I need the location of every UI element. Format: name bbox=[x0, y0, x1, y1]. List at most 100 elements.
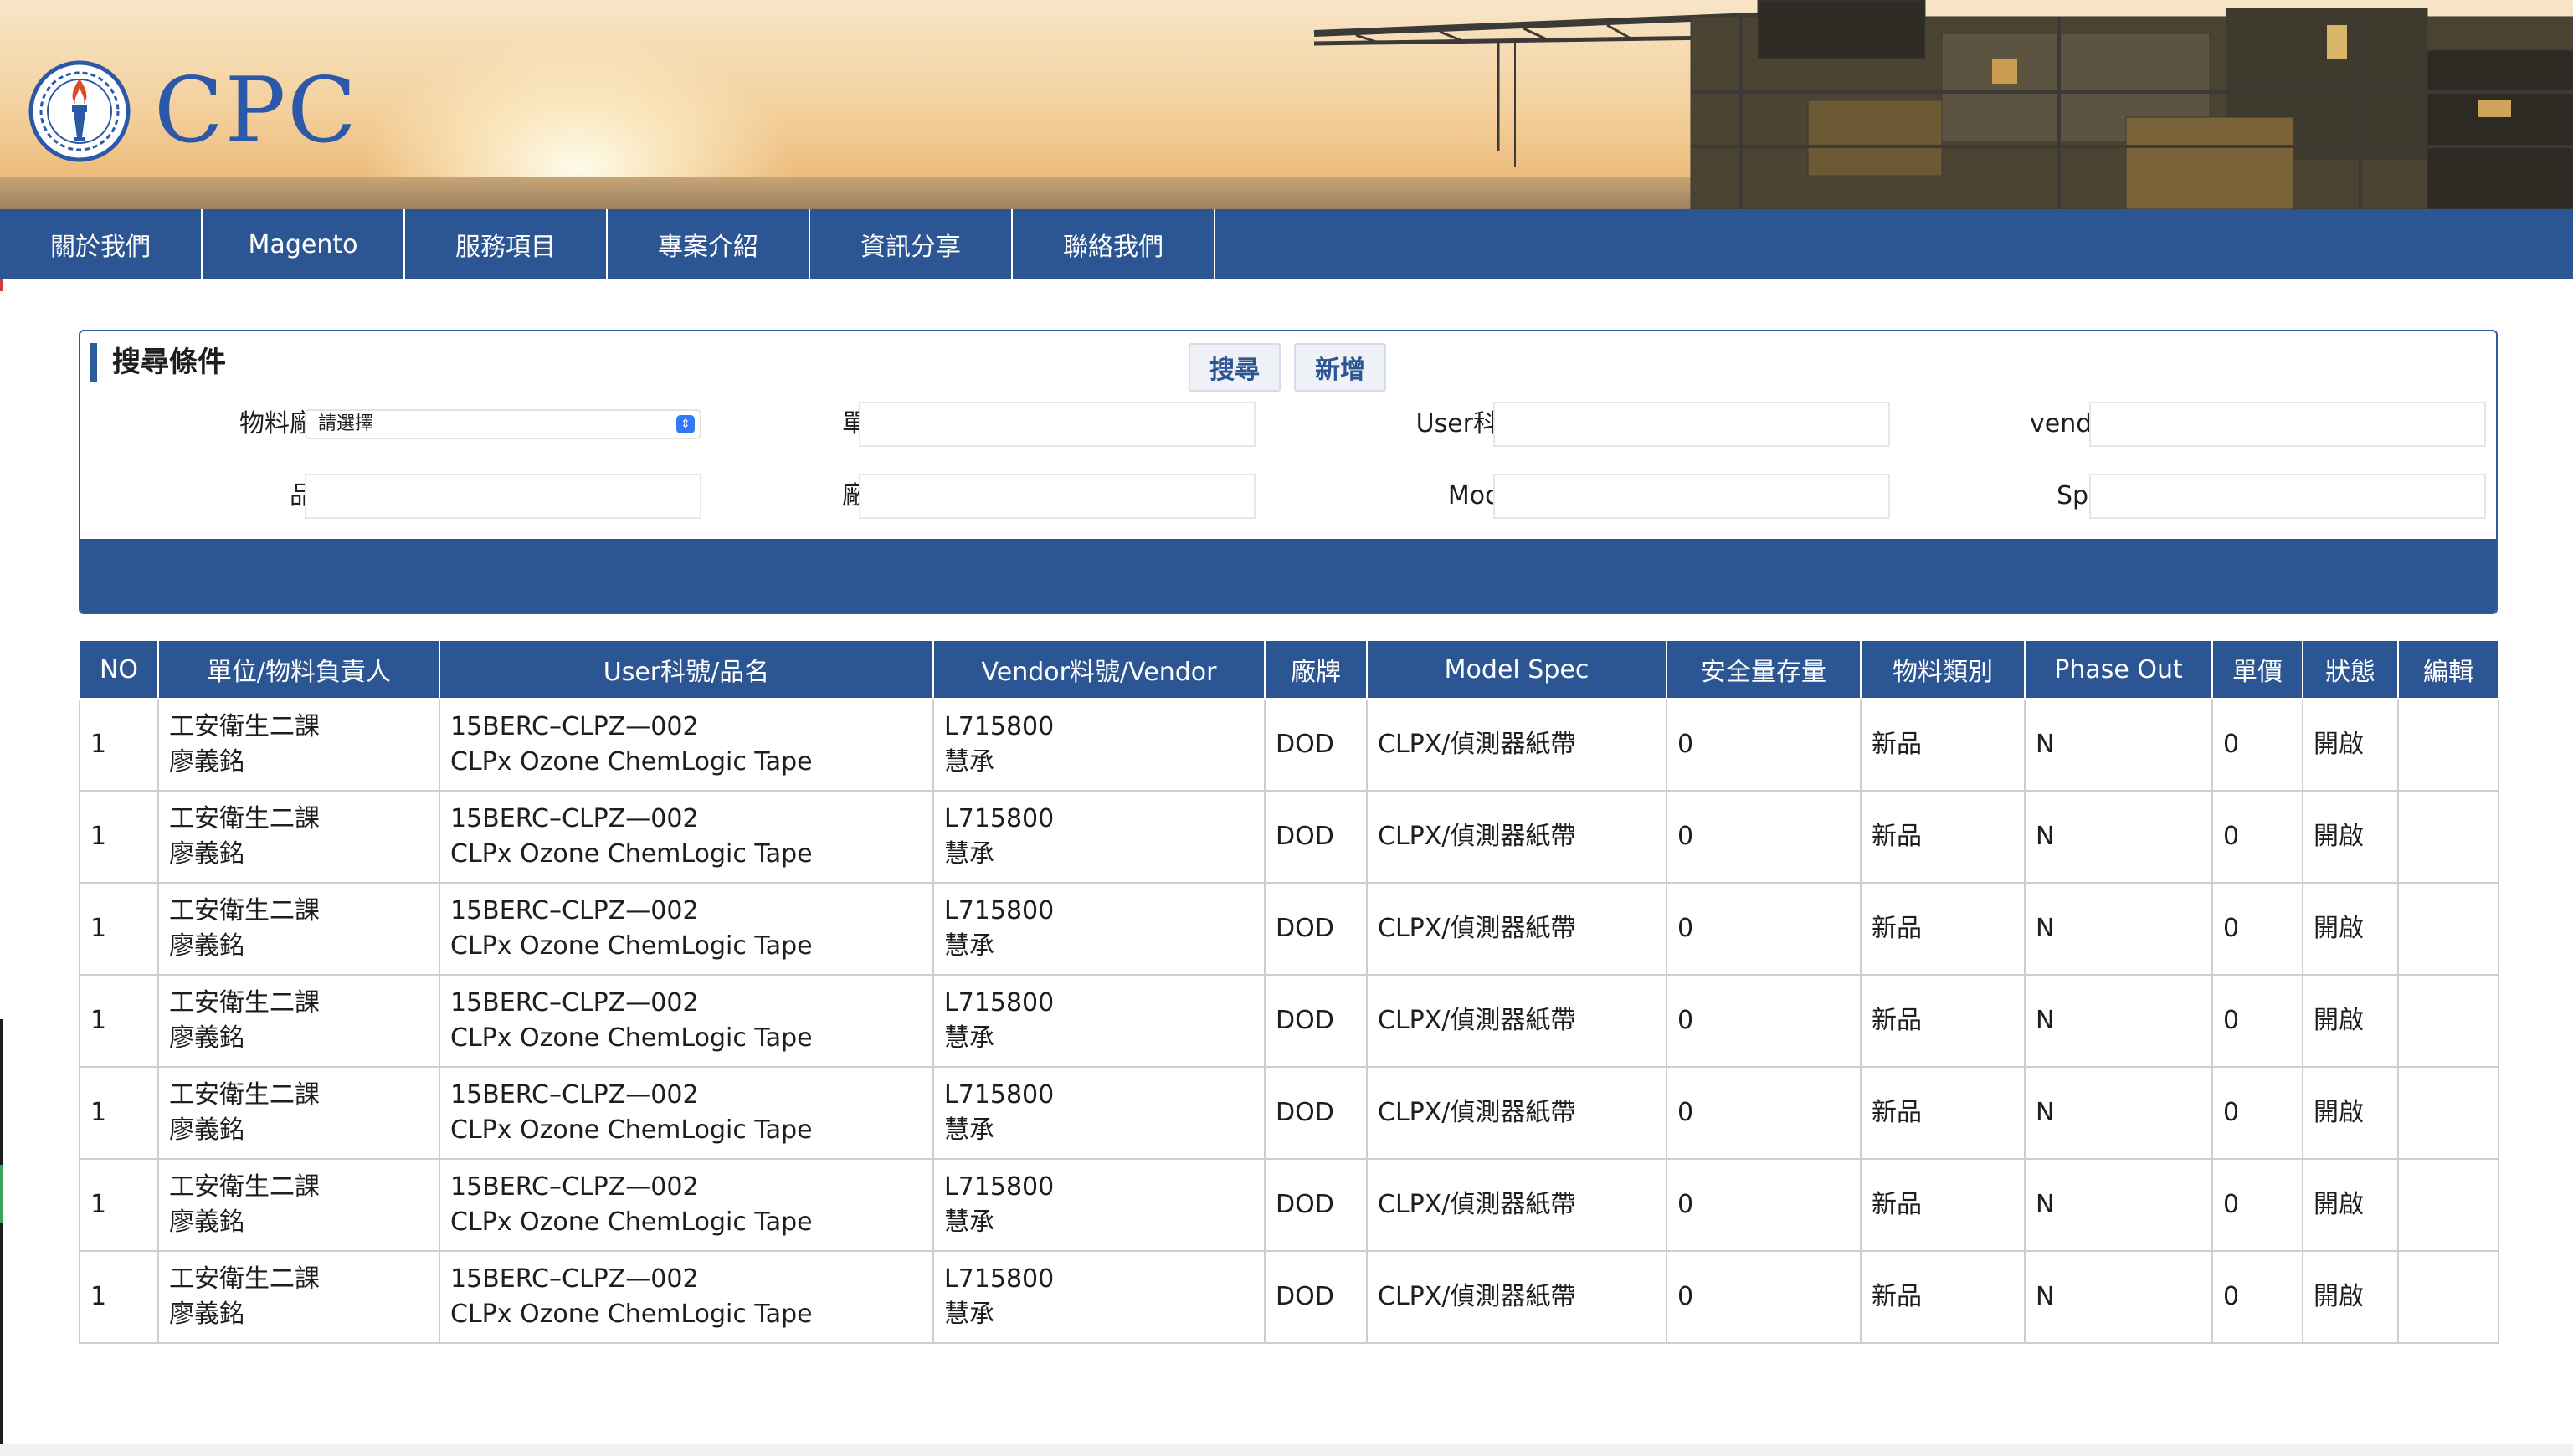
unit-input[interactable] bbox=[859, 402, 1256, 447]
cell-unit-owner: 工安衛生二課 廖義銘 bbox=[157, 1158, 440, 1252]
nav-item-services[interactable]: 服務項目 bbox=[405, 209, 608, 279]
cell-user-no-name-user-no: 15BERC–CLPZ—002 bbox=[450, 896, 699, 925]
nav-item-projects[interactable]: 專案介紹 bbox=[608, 209, 810, 279]
cell-safety-stock: 0 bbox=[1666, 974, 1862, 1068]
nav-item-news[interactable]: 資訊分享 bbox=[810, 209, 1013, 279]
cell-status: 開啟 bbox=[2302, 882, 2399, 976]
vendor-input[interactable] bbox=[2089, 402, 2486, 447]
col-header-price: 單價 bbox=[2211, 639, 2303, 700]
results-table: NO 單位/物料負責人 User科號/品名 Vendor料號/Vendor 廠牌… bbox=[79, 639, 2499, 1344]
cell-unit-owner: 工安衛生二課 廖義銘 bbox=[157, 790, 440, 884]
cell-brand-brand: DOD bbox=[1276, 822, 1334, 851]
table-row: 1 工安衛生二課 廖義銘 15BERC–CLPZ—002 CLPx Ozone Chem… bbox=[79, 790, 2499, 884]
cell-safety-stock: 0 bbox=[1666, 882, 1862, 976]
cell-no: 1 bbox=[79, 974, 159, 1068]
cell-model-spec: CLPX/偵測器紙帶 bbox=[1366, 1158, 1667, 1252]
cell-user-no-name-name: CLPx Ozone ChemLogic Tape bbox=[450, 747, 813, 777]
cell-safety-stock-safety-stock: 0 bbox=[1677, 1282, 1694, 1311]
cell-phase-out-phase-out: N bbox=[2036, 1006, 2055, 1035]
cell-category-category: 新品 bbox=[1872, 914, 1922, 943]
cell-phase-out-phase-out: N bbox=[2036, 822, 2055, 851]
cell-edit[interactable] bbox=[2397, 1158, 2499, 1252]
cell-safety-stock-safety-stock: 0 bbox=[1677, 1098, 1694, 1127]
cell-user-no-name: 15BERC–CLPZ—002 CLPx Ozone ChemLogic Tape bbox=[439, 790, 934, 884]
cell-phase-out: N bbox=[2024, 1250, 2213, 1344]
table-row: 1 工安衛生二課 廖義銘 15BERC–CLPZ—002 CLPx Ozone Chem… bbox=[79, 698, 2499, 792]
col-header-status: 狀態 bbox=[2302, 639, 2399, 700]
cell-phase-out: N bbox=[2024, 790, 2213, 884]
cell-edit[interactable] bbox=[2397, 1066, 2499, 1160]
product-name-input[interactable] bbox=[305, 474, 701, 519]
cell-model-spec-model-spec: CLPX/偵測器紙帶 bbox=[1378, 1282, 1576, 1311]
cell-price-price: 0 bbox=[2223, 914, 2240, 943]
cell-vendor: L715800 慧承 bbox=[932, 974, 1266, 1068]
cell-edit[interactable] bbox=[2397, 790, 2499, 884]
cell-vendor-vendor: 慧承 bbox=[944, 1207, 994, 1237]
cell-brand: DOD bbox=[1264, 1066, 1368, 1160]
cell-phase-out: N bbox=[2024, 1158, 2213, 1252]
cell-edit[interactable] bbox=[2397, 1250, 2499, 1344]
nav-item-magento[interactable]: Magento bbox=[203, 209, 405, 279]
cell-unit-owner: 工安衛生二課 廖義銘 bbox=[157, 1066, 440, 1160]
spec-input[interactable] bbox=[2089, 474, 2486, 519]
cell-model-spec: CLPX/偵測器紙帶 bbox=[1366, 1250, 1667, 1344]
cell-status-status: 開啟 bbox=[2314, 1190, 2364, 1219]
cell-price: 0 bbox=[2211, 1158, 2303, 1252]
cell-user-no-name: 15BERC–CLPZ—002 CLPx Ozone ChemLogic Tape bbox=[439, 974, 934, 1068]
cell-user-no-name-name: CLPx Ozone ChemLogic Tape bbox=[450, 839, 813, 869]
cell-brand: DOD bbox=[1264, 1158, 1368, 1252]
cell-brand: DOD bbox=[1264, 698, 1368, 792]
cell-vendor: L715800 慧承 bbox=[932, 698, 1266, 792]
cell-status-status: 開啟 bbox=[2314, 1098, 2364, 1127]
cpc-torch-emblem-icon bbox=[28, 60, 131, 162]
brand-logo[interactable]: CPC bbox=[28, 60, 358, 162]
cell-model-spec: CLPX/偵測器紙帶 bbox=[1366, 1066, 1667, 1160]
cell-edit[interactable] bbox=[2397, 698, 2499, 792]
cell-status: 開啟 bbox=[2302, 1250, 2399, 1344]
cell-user-no-name-name: CLPx Ozone ChemLogic Tape bbox=[450, 1207, 813, 1237]
cell-vendor-vendor-no: L715800 bbox=[944, 988, 1055, 1018]
cell-category: 新品 bbox=[1860, 790, 2026, 884]
cell-brand: DOD bbox=[1264, 1250, 1368, 1344]
nav-item-contact[interactable]: 聯絡我們 bbox=[1013, 209, 1215, 279]
cell-phase-out-phase-out: N bbox=[2036, 1282, 2055, 1311]
cell-vendor-vendor-no: L715800 bbox=[944, 896, 1055, 925]
nav-item-about[interactable]: 關於我們 bbox=[0, 209, 203, 279]
col-header-phase-out: Phase Out bbox=[2024, 639, 2213, 700]
cell-phase-out-phase-out: N bbox=[2036, 730, 2055, 759]
cell-unit-owner-unit: 工安衛生二課 bbox=[169, 896, 320, 925]
material-area-select[interactable]: 請選擇 ⇕ bbox=[305, 409, 701, 439]
cell-status: 開啟 bbox=[2302, 790, 2399, 884]
col-header-vendor: Vendor料號/Vendor bbox=[932, 639, 1266, 700]
cell-edit[interactable] bbox=[2397, 882, 2499, 976]
cell-unit-owner-unit: 工安衛生二課 bbox=[169, 712, 320, 741]
cell-safety-stock: 0 bbox=[1666, 790, 1862, 884]
cell-unit-owner-unit: 工安衛生二課 bbox=[169, 988, 320, 1018]
cell-no: 1 bbox=[79, 698, 159, 792]
col-header-safety-stock: 安全量存量 bbox=[1666, 639, 1862, 700]
cell-user-no-name-user-no: 15BERC–CLPZ—002 bbox=[450, 1264, 699, 1294]
cell-safety-stock-safety-stock: 0 bbox=[1677, 1006, 1694, 1035]
brand-input[interactable] bbox=[859, 474, 1256, 519]
cell-category-category: 新品 bbox=[1872, 1006, 1922, 1035]
cell-model-spec-model-spec: CLPX/偵測器紙帶 bbox=[1378, 914, 1576, 943]
cell-status: 開啟 bbox=[2302, 1158, 2399, 1252]
cell-user-no-name-name: CLPx Ozone ChemLogic Tape bbox=[450, 931, 813, 961]
cell-unit-owner-unit: 工安衛生二課 bbox=[169, 1080, 320, 1110]
cell-user-no-name-name: CLPx Ozone ChemLogic Tape bbox=[450, 1023, 813, 1053]
cell-vendor: L715800 慧承 bbox=[932, 790, 1266, 884]
cell-category: 新品 bbox=[1860, 1158, 2026, 1252]
cell-brand: DOD bbox=[1264, 974, 1368, 1068]
cell-unit-owner-unit: 工安衛生二課 bbox=[169, 1172, 320, 1202]
add-button[interactable]: 新增 bbox=[1294, 343, 1386, 392]
user-part-no-input[interactable] bbox=[1493, 402, 1890, 447]
cell-safety-stock: 0 bbox=[1666, 1066, 1862, 1160]
cell-no: 1 bbox=[79, 882, 159, 976]
cell-edit[interactable] bbox=[2397, 974, 2499, 1068]
search-button[interactable]: 搜尋 bbox=[1189, 343, 1281, 392]
cell-status: 開啟 bbox=[2302, 1066, 2399, 1160]
header-banner: CPC bbox=[0, 0, 2573, 209]
table-row: 1 工安衛生二課 廖義銘 15BERC–CLPZ—002 CLPx Ozone Chem… bbox=[79, 1250, 2499, 1344]
model-input[interactable] bbox=[1493, 474, 1890, 519]
cell-price-price: 0 bbox=[2223, 1190, 2240, 1219]
